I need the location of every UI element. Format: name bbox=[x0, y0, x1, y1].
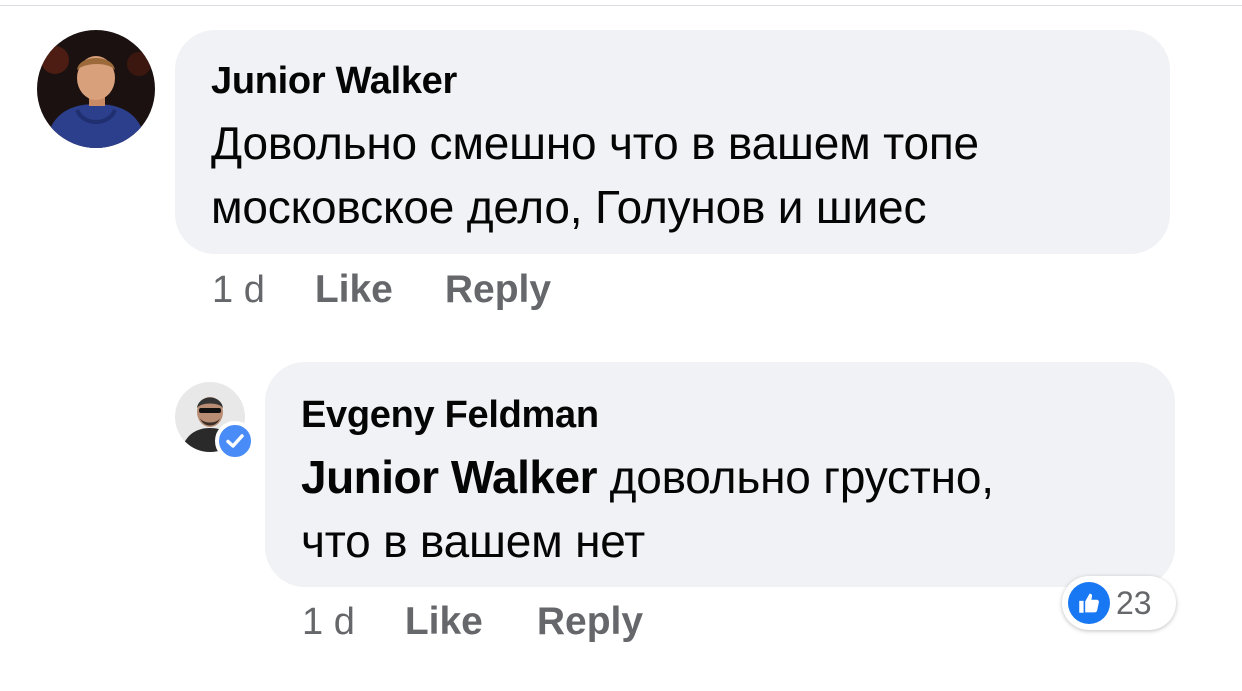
reaction-summary[interactable]: 23 bbox=[1062, 576, 1176, 630]
comment-actions: 1 d Like Reply bbox=[212, 268, 551, 312]
reply-text-line: Junior Walker довольно грустно, bbox=[301, 450, 994, 504]
reply-timestamp[interactable]: 1 d bbox=[302, 601, 355, 644]
like-button[interactable]: Like bbox=[405, 600, 483, 644]
like-button[interactable]: Like bbox=[315, 268, 393, 312]
reply-author[interactable]: Evgeny Feldman bbox=[301, 394, 599, 437]
mention-link[interactable]: Junior Walker bbox=[301, 451, 597, 503]
comment-bubble: Junior Walker Довольно смешно что в ваше… bbox=[175, 30, 1170, 254]
thumbs-up-icon bbox=[1068, 582, 1110, 624]
reply-text-segment: довольно грустно, bbox=[596, 451, 994, 503]
reply-bubble: Evgeny Feldman Junior Walker довольно гр… bbox=[265, 362, 1175, 587]
top-divider bbox=[0, 5, 1242, 6]
comment-timestamp[interactable]: 1 d bbox=[212, 269, 265, 312]
reply-actions: 1 d Like Reply bbox=[302, 600, 643, 644]
comment-author[interactable]: Junior Walker bbox=[211, 60, 457, 103]
reply-button[interactable]: Reply bbox=[537, 600, 643, 644]
reply-button[interactable]: Reply bbox=[445, 268, 551, 312]
reply-text-line: что в вашем нет bbox=[301, 515, 646, 567]
avatar[interactable] bbox=[37, 30, 155, 148]
comment-text-line: Довольно смешно что в вашем топе bbox=[211, 117, 979, 169]
verified-badge-icon bbox=[215, 421, 255, 461]
reaction-count: 23 bbox=[1116, 584, 1152, 621]
comment-text-line: московское дело, Голунов и шиес bbox=[211, 181, 927, 233]
